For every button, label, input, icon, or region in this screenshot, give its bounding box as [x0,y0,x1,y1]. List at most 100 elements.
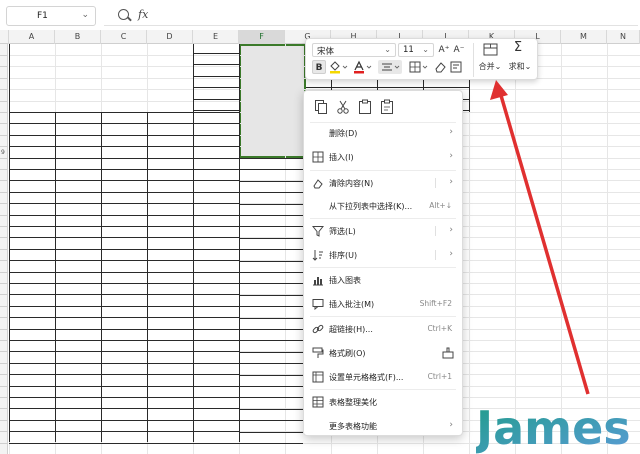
row-header-tick [0,397,8,398]
row-header-tick [0,215,8,216]
table-border-horizontal [193,87,239,88]
table-border-horizontal [239,443,303,444]
table-style-icon[interactable] [449,60,463,74]
fill-color-button[interactable] [328,60,348,74]
zoom-icon[interactable] [118,9,129,20]
menu-item-label: 删除(D) [329,129,358,138]
column-header-m[interactable]: M [561,30,607,44]
chevron-down-icon: ⌄ [524,62,532,71]
row-header-tick [0,443,8,444]
sum-icon[interactable]: Σ [510,41,526,55]
table-border-horizontal [9,443,239,444]
row-header-tick [0,66,8,67]
name-box[interactable]: F1 ⌄ [6,6,96,26]
sum-button[interactable]: 求和⌄ [506,60,534,74]
merge-icon[interactable] [480,43,502,57]
column-header-f[interactable]: F [239,30,285,44]
copy-icon[interactable] [314,99,328,115]
column-header-c[interactable]: C [101,30,147,44]
table-border-horizontal [9,340,239,341]
menu-item-insert[interactable]: 插入(I) › [304,148,462,166]
watermark-text: James [476,401,631,454]
menu-item-label: 格式刷(O) [329,349,366,358]
table-border-horizontal [239,352,303,353]
row-header-tick [0,123,8,124]
row-header-tick [0,294,8,295]
menu-item-format-cells[interactable]: 设置单元格格式(F)... Ctrl+1 [304,368,462,386]
fill-color-icon [330,61,348,74]
table-border-horizontal [9,386,239,387]
font-color-button[interactable] [352,60,372,74]
spreadsheet-window: F1 ⌄ fx A B C D E F G H I J K L M N 9 宋体 [0,0,640,454]
corner-cell[interactable] [0,30,9,44]
borders-button[interactable] [408,60,430,74]
table-border-horizontal [9,272,239,273]
align-center-button[interactable] [378,60,402,74]
menu-divider [435,226,436,236]
row-header-tick [0,317,8,318]
menu-item-label: 插入(I) [329,153,354,162]
row-header-tick [0,146,8,147]
menu-divider [310,389,456,390]
shrink-font-button[interactable]: A⁻ [452,43,466,57]
row-header-tick [0,158,8,159]
formula-input[interactable]: fx [104,6,638,26]
font-name-value: 宋体 [317,47,335,57]
table-border-horizontal [9,180,239,181]
row-header-tick [0,260,8,261]
menu-item-label: 清除内容(N) [329,179,374,188]
chevron-right-icon: › [449,177,453,187]
table-border-horizontal [239,318,303,319]
table-border-horizontal [239,249,303,250]
paste-special-icon[interactable] [380,99,394,115]
table-border-horizontal [239,226,303,227]
menu-item-delete[interactable]: 删除(D) › [304,124,462,142]
column-header-a[interactable]: A [9,30,55,44]
table-border-horizontal [239,432,303,433]
context-menu: 删除(D) › 插入(I) › 清除内容(N) › 从下拉列表中选择(K)...… [303,90,463,436]
toolbar-divider [473,43,474,77]
row-header-tick [0,135,8,136]
menu-item-pick-from-list[interactable]: 从下拉列表中选择(K)... Alt+↓ [304,197,462,215]
merge-label: 合并 [478,62,495,71]
column-header-e[interactable]: E [193,30,239,44]
menu-item-shortcut: Shift+F2 [419,299,452,308]
menu-item-format-painter[interactable]: 格式刷(O) [304,344,462,362]
row-header-tick [0,249,8,250]
merge-button[interactable]: 合并⌄ [476,60,504,74]
bold-button[interactable]: B [312,60,326,74]
menu-item-insert-comment[interactable]: 插入批注(M) Shift+F2 [304,295,462,313]
row-header-tick [0,226,8,227]
chevron-right-icon: › [449,225,453,235]
column-header-n[interactable]: N [607,30,640,44]
column-header-b[interactable]: B [55,30,101,44]
chevron-right-icon: › [449,127,453,137]
font-name-select[interactable]: 宋体 ⌄ [312,43,396,57]
row-header-tick [0,363,8,364]
menu-item-more-table-features[interactable]: 更多表格功能 › [304,417,462,435]
menu-item-table-beautify[interactable]: 表格整理美化 [304,393,462,411]
table-border-horizontal [9,363,239,364]
paste-icon[interactable] [358,99,372,115]
menu-item-insert-chart[interactable]: 插入图表 [304,271,462,289]
column-header-d[interactable]: D [147,30,193,44]
cut-icon[interactable] [336,99,350,115]
chevron-down-icon[interactable]: ⌄ [81,10,89,20]
table-border-horizontal [239,386,303,387]
brush-icon[interactable] [442,347,454,359]
menu-item-shortcut: Ctrl+1 [427,372,452,381]
formula-bar: F1 ⌄ fx [0,6,640,26]
eraser-icon[interactable] [433,60,447,74]
font-size-select[interactable]: 11 ⌄ [398,43,434,57]
menu-item-hyperlink[interactable]: 超链接(H)... Ctrl+K [304,320,462,338]
chevron-down-icon: ⌄ [384,45,391,54]
menu-item-filter[interactable]: 筛选(L) › [304,222,462,240]
grow-font-button[interactable]: A⁺ [437,43,451,57]
menu-item-clear-contents[interactable]: 清除内容(N) › [304,174,462,192]
table-border-horizontal [9,249,239,250]
fx-icon[interactable]: fx [138,8,148,21]
table-border-horizontal [9,374,239,375]
menu-item-sort[interactable]: 排序(U) › [304,246,462,264]
filter-icon [312,226,324,237]
row-header-tick [0,237,8,238]
